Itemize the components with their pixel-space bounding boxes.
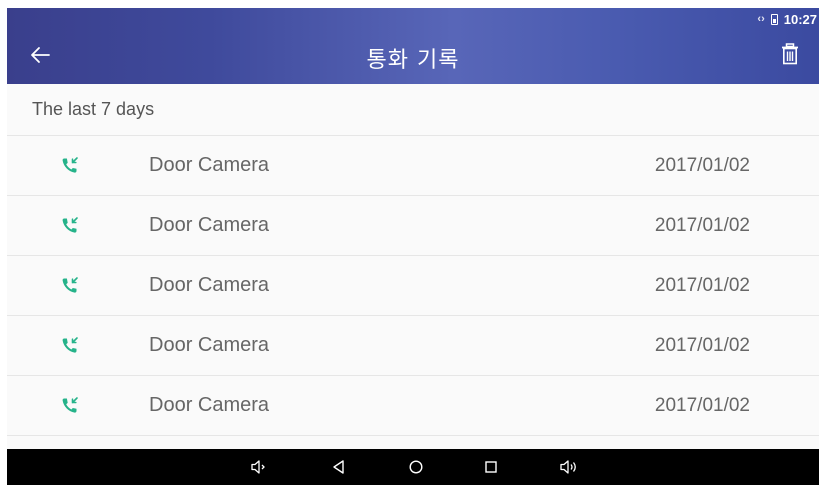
top-strip <box>0 0 819 8</box>
volume-down-icon <box>251 460 265 474</box>
call-log-list: The last 7 days Door Camera 2017/01/02 D… <box>7 84 819 449</box>
nav-recents-button[interactable] <box>482 458 500 476</box>
caller-name: Door Camera <box>149 394 270 416</box>
caller-name: Door Camera <box>149 154 270 176</box>
list-item[interactable]: Door Camera 2017/01/02 <box>7 316 819 376</box>
back-triangle-icon <box>333 460 344 474</box>
volume-up-icon <box>560 460 576 474</box>
call-date: 2017/01/02 <box>654 394 750 416</box>
status-time: 10:27 <box>783 11 817 27</box>
status-bar: ‹› 10:27 <box>757 10 817 28</box>
call-date: 2017/01/02 <box>654 214 750 236</box>
nav-back-button[interactable] <box>330 458 348 476</box>
volume-down-button[interactable] <box>250 458 268 476</box>
incoming-call-icon <box>62 216 78 233</box>
incoming-call-icon <box>62 156 78 173</box>
delete-button[interactable] <box>775 39 805 69</box>
sync-arrows-icon: ‹› <box>757 13 765 25</box>
incoming-call-icon <box>62 276 78 293</box>
list-item[interactable]: Door Camera 2017/01/02 <box>7 196 819 256</box>
call-date: 2017/01/02 <box>654 334 750 356</box>
battery-icon <box>770 13 778 25</box>
call-date: 2017/01/02 <box>654 274 750 296</box>
incoming-call-icon <box>62 336 78 353</box>
section-header: The last 7 days <box>7 84 819 136</box>
incoming-call-icon <box>62 396 78 413</box>
nav-home-button[interactable] <box>407 458 425 476</box>
system-nav-bar <box>7 449 819 485</box>
app-bar: ‹› 10:27 통화 기록 <box>7 8 819 84</box>
caller-name: Door Camera <box>149 214 270 236</box>
caller-name: Door Camera <box>149 334 270 356</box>
page-title: 통화 기록 <box>366 48 460 73</box>
recents-square-icon <box>485 461 497 473</box>
caller-name: Door Camera <box>149 274 270 296</box>
trash-icon <box>782 43 798 65</box>
list-item[interactable]: Door Camera 2017/01/02 <box>7 256 819 316</box>
list-item[interactable]: Door Camera 2017/01/02 <box>7 376 819 436</box>
call-date: 2017/01/02 <box>654 154 750 176</box>
list-item[interactable]: Door Camera 2017/01/02 <box>7 136 819 196</box>
home-circle-icon <box>409 460 423 474</box>
volume-up-button[interactable] <box>558 458 582 476</box>
